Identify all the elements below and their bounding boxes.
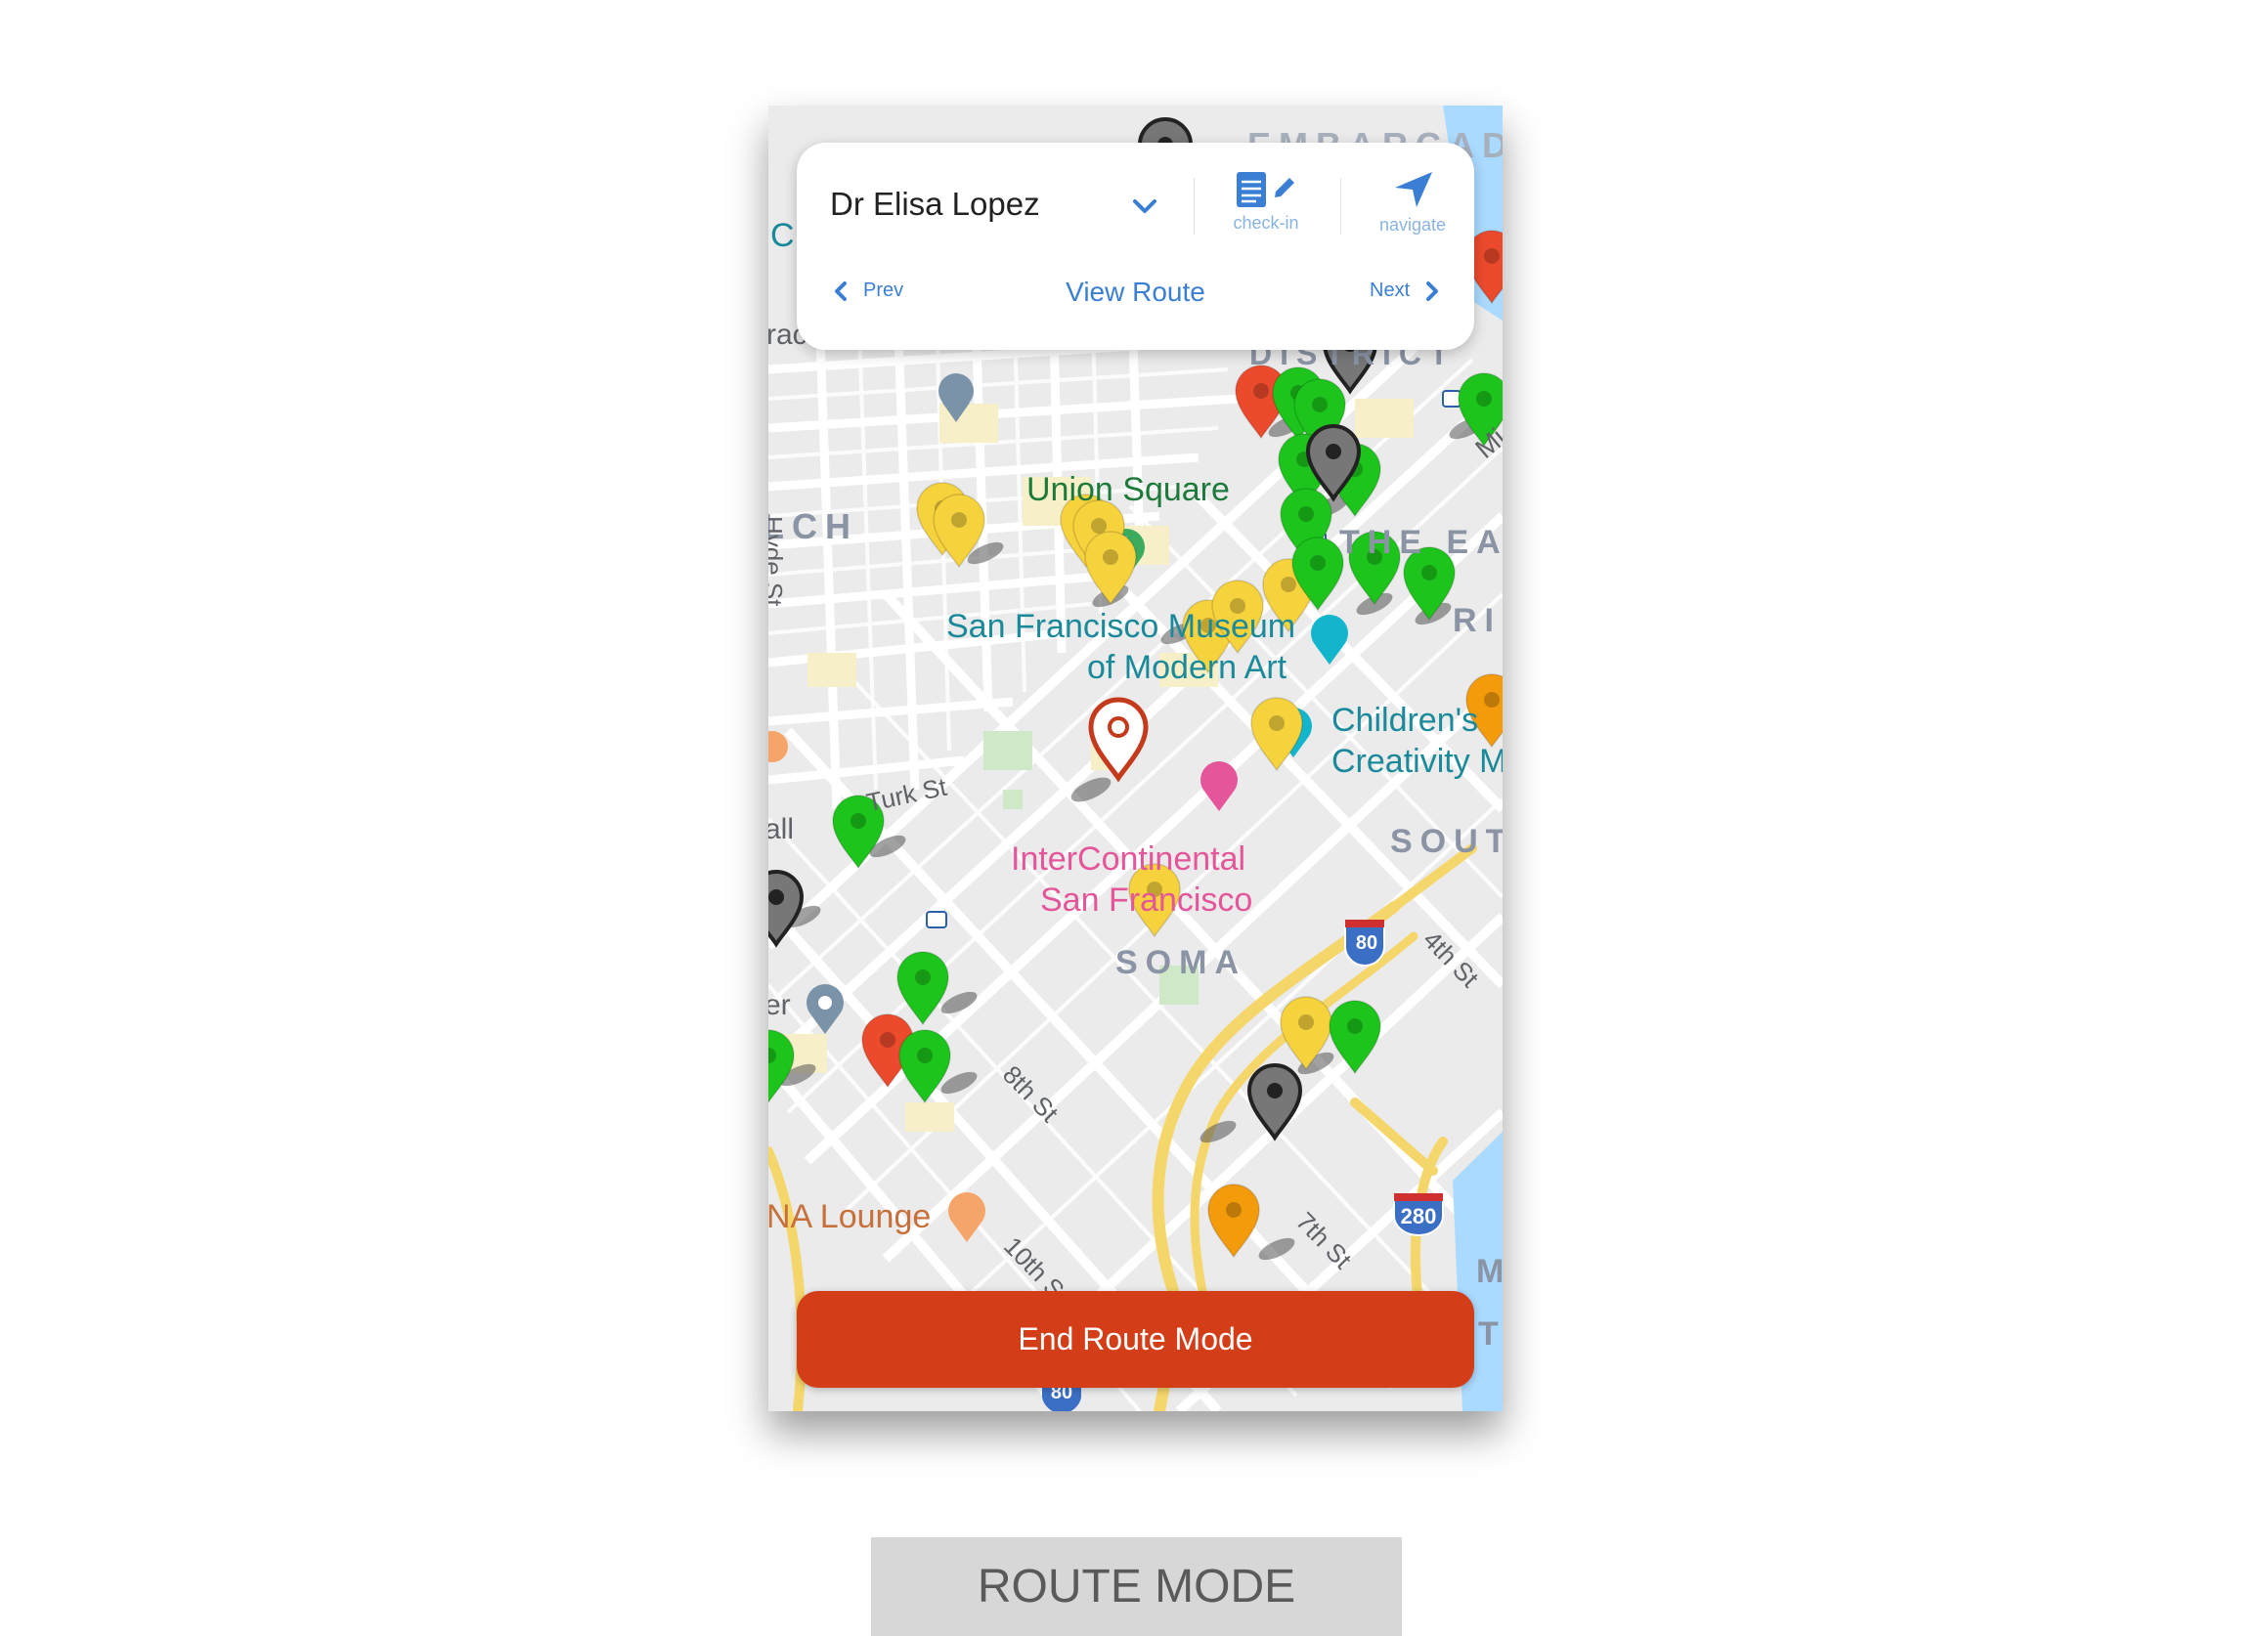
owner-name[interactable]: Dr Elisa Lopez xyxy=(830,186,1040,223)
map-label-childrens-1: Children's xyxy=(1331,702,1479,739)
chevron-down-icon[interactable] xyxy=(1131,197,1158,217)
map-label-union-square: Union Square xyxy=(1026,471,1230,508)
shield-i80: 80 xyxy=(1355,932,1378,954)
checkin-label: check-in xyxy=(1233,213,1299,233)
divider xyxy=(1194,178,1195,235)
navigation-arrow-icon xyxy=(1395,172,1432,207)
map-label-east-cut: THE EA xyxy=(1339,524,1503,561)
street-label-hyde: Hyde St xyxy=(768,516,788,607)
map-label-frag-t: T xyxy=(1478,1315,1503,1353)
map-label-frag-er: er xyxy=(768,989,791,1021)
map-label-na-lounge: NA Lounge xyxy=(768,1198,932,1235)
map-label-south: SOUT xyxy=(1390,823,1503,860)
map-label-frag-c: C xyxy=(770,217,795,254)
chevron-right-icon xyxy=(1426,280,1439,301)
map-label-soma: SOMA xyxy=(1115,944,1246,981)
map-label-intercontinental-1: InterContinental xyxy=(1011,840,1246,878)
map-label-ri: RI xyxy=(1453,602,1502,639)
route-mode-caption: ROUTE MODE xyxy=(871,1537,1402,1636)
map-label-frag-m: M xyxy=(1476,1253,1503,1290)
phone-screen: EMBARCAD DISTRICT LCH THE EA RI SOMA SOU… xyxy=(768,106,1503,1411)
map-label-intercontinental-2: San Francisco xyxy=(1040,882,1253,919)
map-label-sfmoma-1: San Francisco Museum xyxy=(946,608,1296,645)
end-route-mode-button[interactable]: End Route Mode xyxy=(797,1291,1474,1388)
map-label-sfmoma-2: of Modern Art xyxy=(1087,649,1287,686)
shield-i280: 280 xyxy=(1400,1204,1437,1228)
document-edit-icon xyxy=(1237,172,1294,207)
navigate-button[interactable]: navigate xyxy=(1362,168,1463,236)
map-label-frag-all: all xyxy=(768,813,795,845)
next-button[interactable]: Next xyxy=(1370,280,1441,302)
next-label: Next xyxy=(1370,280,1411,302)
map-label-childrens-2: Creativity M xyxy=(1331,743,1503,780)
route-info-card: Dr Elisa Lopez check-in navigate Prev Vi… xyxy=(797,143,1474,350)
navigate-label: navigate xyxy=(1378,215,1447,235)
divider xyxy=(1340,178,1341,235)
checkin-button[interactable]: check-in xyxy=(1217,170,1315,234)
